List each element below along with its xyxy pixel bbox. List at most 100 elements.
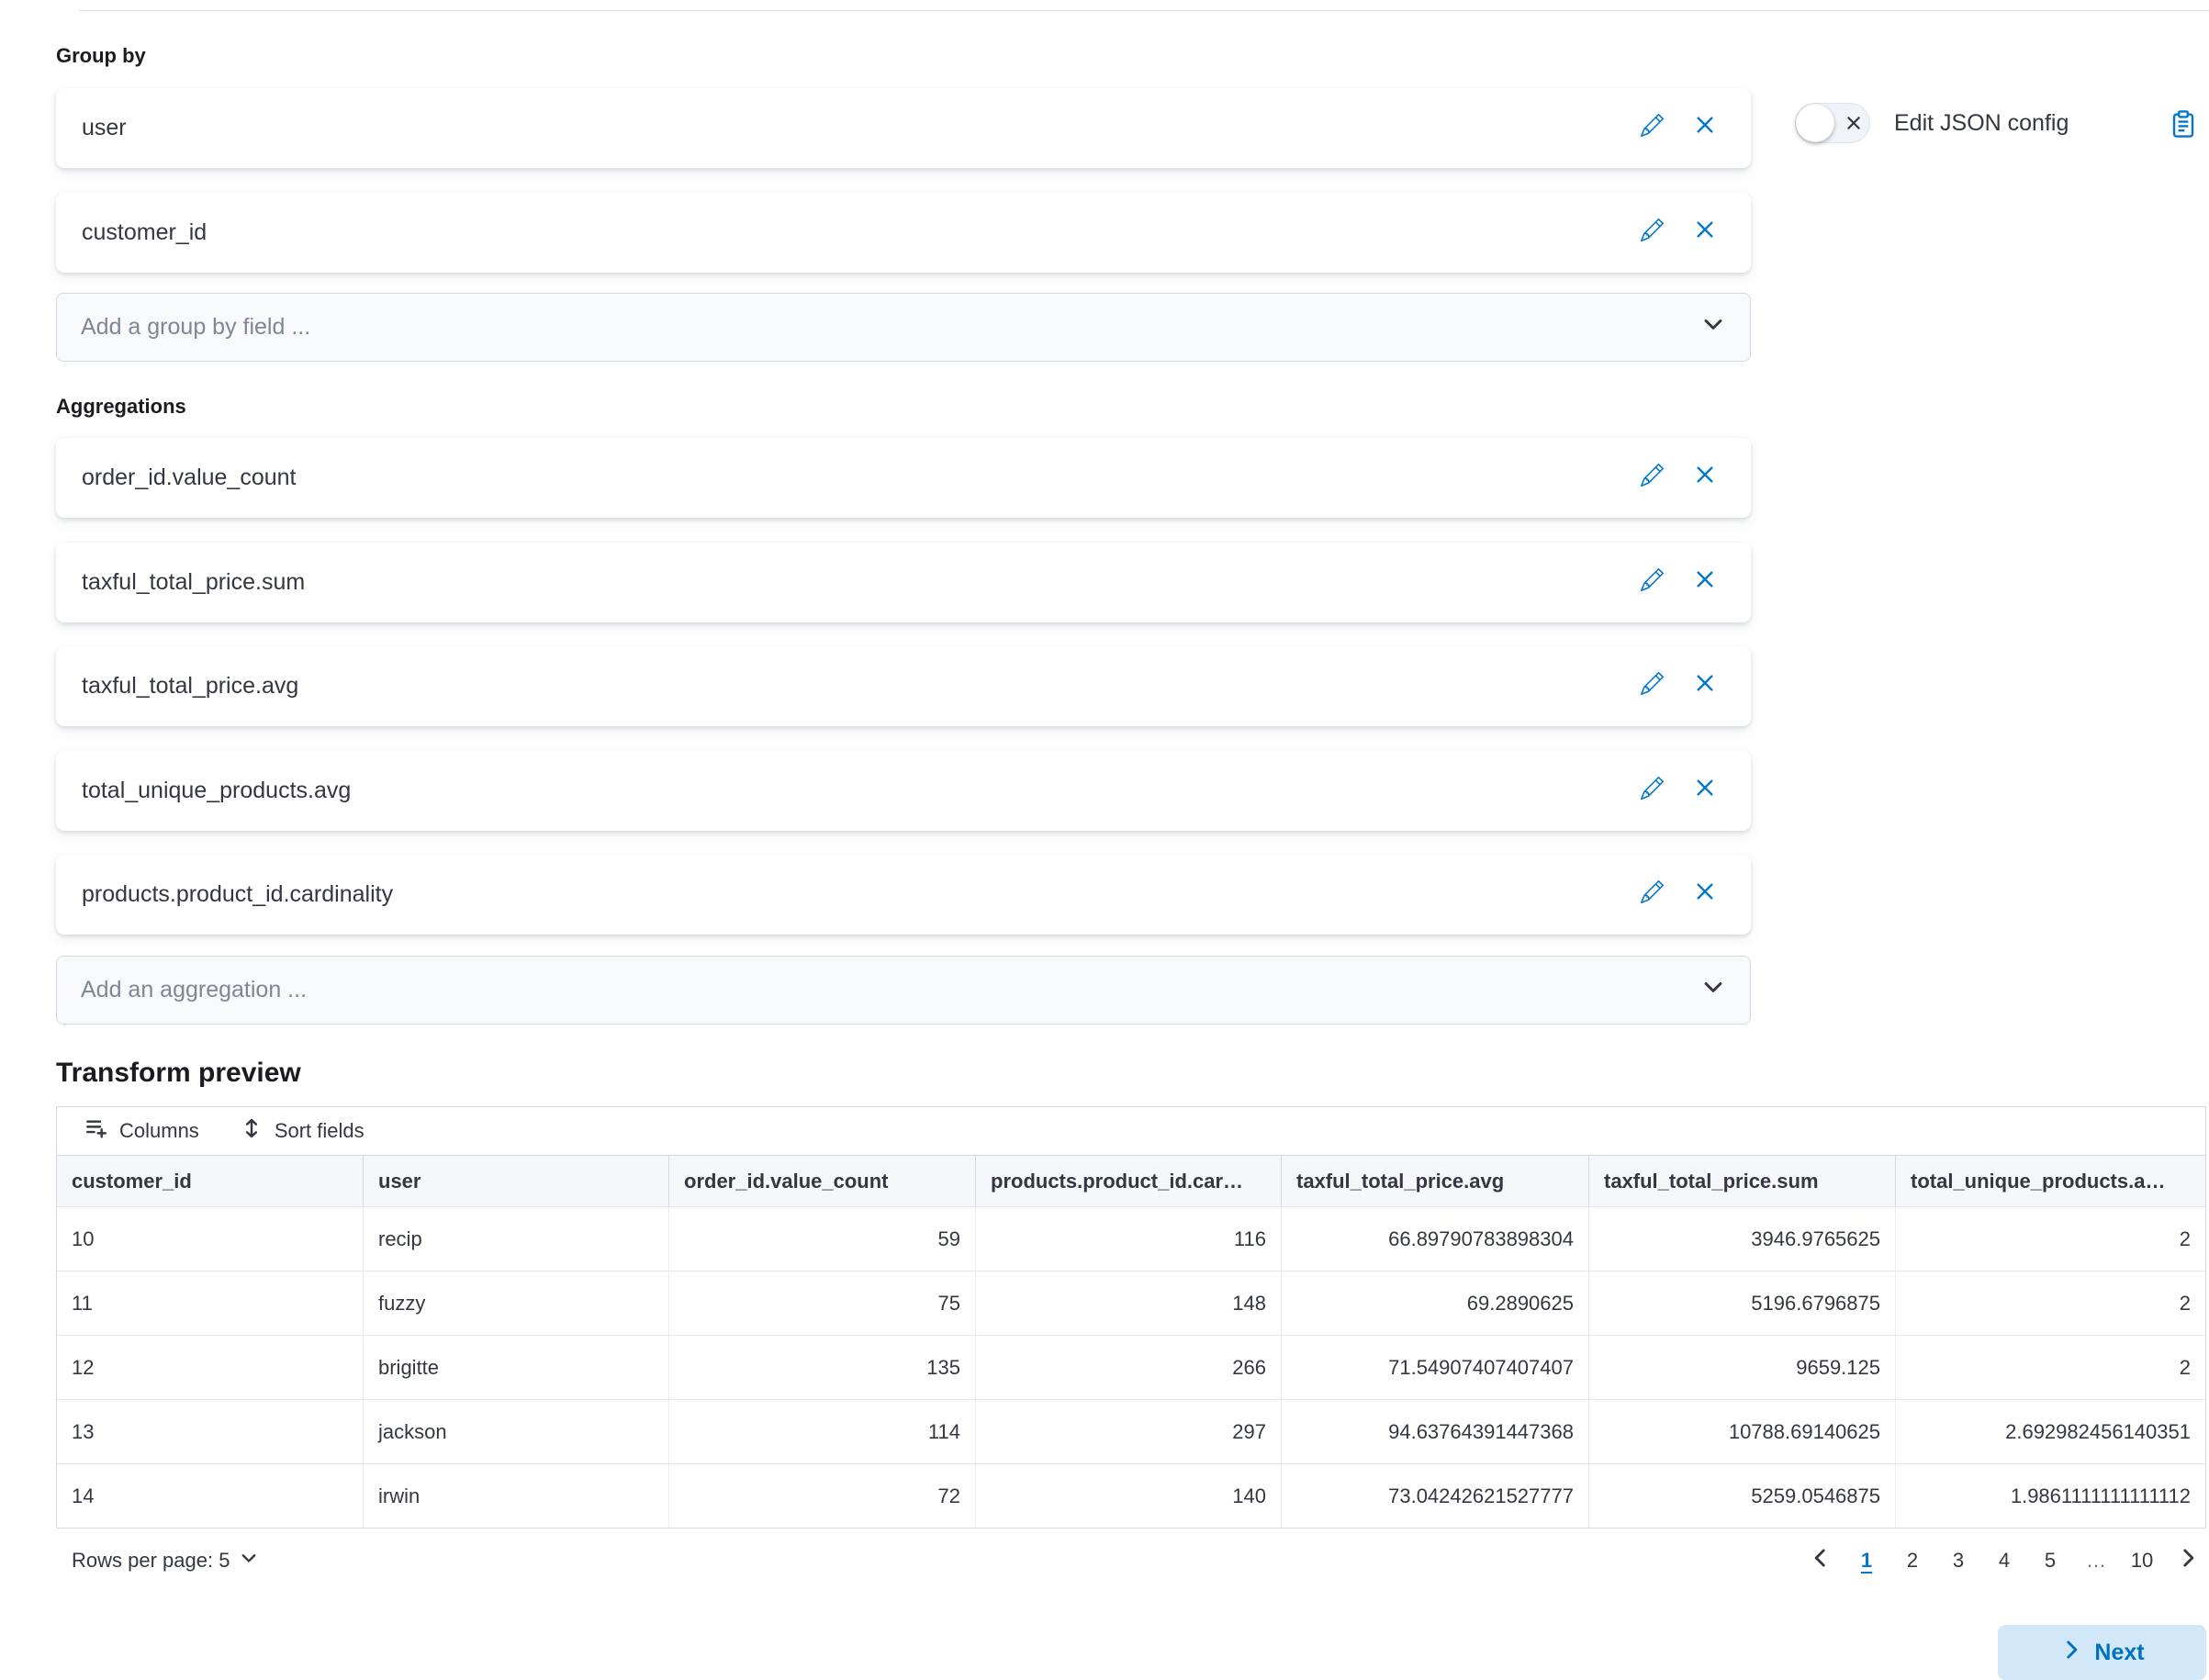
table-cell: 5196.6796875 [1589,1271,1896,1335]
aggregation-item-label: taxful_total_price.avg [82,673,1632,700]
remove-button[interactable] [1685,875,1725,915]
page-button-1[interactable]: 1 [1848,1540,1885,1581]
group-by-item: customer_id [56,193,1751,273]
table-cell: 297 [976,1400,1282,1463]
table-cell: 148 [976,1271,1282,1335]
close-icon [1693,879,1717,910]
header-cell-products-product-id-cardinality[interactable]: products.product_id.car… [976,1156,1282,1206]
next-page-button[interactable] [2170,1540,2206,1581]
table-cell: 75 [669,1271,976,1335]
edit-button[interactable] [1632,108,1672,149]
pencil-icon [1641,114,1664,143]
table-cell: 10788.69140625 [1589,1400,1896,1463]
remove-button[interactable] [1685,771,1725,812]
add-group-by-field-select[interactable]: Add a group by field ... [56,293,1751,362]
chevron-left-icon [1809,1546,1833,1575]
sort-fields-button-label: Sort fields [275,1119,364,1143]
columns-button[interactable]: Columns [84,1116,199,1146]
page-button-3[interactable]: 3 [1940,1540,1977,1581]
remove-button[interactable] [1685,458,1725,498]
remove-button[interactable] [1685,108,1725,149]
pencil-icon [1641,672,1664,701]
edit-json-config-switch[interactable] [1795,103,1870,143]
header-cell-order-id-value-count[interactable]: order_id.value_count [669,1156,976,1206]
aggregations-label: Aggregations [56,395,186,419]
table-cell: 13 [57,1400,364,1463]
close-icon [1693,776,1717,806]
table-toolbar: Columns Sort fields [57,1107,2205,1155]
table-cell: 2 [1896,1336,2205,1399]
transform-preview-title: Transform preview [56,1058,301,1089]
top-divider [79,10,2209,11]
header-cell-taxful-total-price-sum[interactable]: taxful_total_price.sum [1589,1156,1896,1206]
rows-per-page-button[interactable]: Rows per page: 5 [56,1548,259,1574]
table-cell: recip [364,1207,669,1271]
header-cell-taxful-total-price-avg[interactable]: taxful_total_price.avg [1282,1156,1589,1206]
aggregation-item-label: products.product_id.cardinality [82,881,1632,908]
table-cell: fuzzy [364,1271,669,1335]
table-cell: 11 [57,1271,364,1335]
table-cell: 2 [1896,1271,2205,1335]
header-cell-customer-id[interactable]: customer_id [57,1156,364,1206]
table-header-row: customer_id user order_id.value_count pr… [57,1155,2205,1206]
list-add-icon [84,1116,108,1146]
table-cell: 59 [669,1207,976,1271]
group-by-item: user [56,88,1751,168]
group-by-item-label: user [82,115,1632,141]
close-icon [1693,218,1717,248]
edit-button[interactable] [1632,563,1672,603]
table-cell: 66.89790783898304 [1282,1207,1589,1271]
chevron-down-icon [239,1548,259,1574]
aggregation-item: total_unique_products.avg [56,751,1751,831]
next-button[interactable]: Next [1998,1625,2206,1680]
page-button-4[interactable]: 4 [1986,1540,2023,1581]
edit-button[interactable] [1632,875,1672,915]
edit-button[interactable] [1632,458,1672,498]
edit-button[interactable] [1632,771,1672,812]
table-cell: 2 [1896,1207,2205,1271]
pencil-icon [1641,777,1664,806]
copy-config-button[interactable] [2163,106,2203,146]
prev-page-button[interactable] [1802,1540,1839,1581]
table-cell: 9659.125 [1589,1336,1896,1399]
table-row: 10 recip 59 116 66.89790783898304 3946.9… [57,1206,2205,1271]
page-button-2[interactable]: 2 [1894,1540,1931,1581]
chevron-right-icon [2059,1638,2083,1668]
table-cell: jackson [364,1400,669,1463]
table-cell: 3946.9765625 [1589,1207,1896,1271]
header-cell-user[interactable]: user [364,1156,669,1206]
preview-table: Columns Sort fields customer_id user ord… [56,1106,2206,1529]
edit-button[interactable] [1632,666,1672,707]
up-down-arrows-icon [240,1116,264,1146]
add-aggregation-select[interactable]: Add an aggregation ... [56,956,1751,1025]
pencil-icon [1641,568,1664,598]
table-row: 13 jackson 114 297 94.63764391447368 107… [57,1399,2205,1463]
remove-button[interactable] [1685,213,1725,253]
aggregation-item: products.product_id.cardinality [56,855,1751,935]
table-cell: 5259.0546875 [1589,1464,1896,1528]
columns-button-label: Columns [119,1119,199,1143]
aggregation-item-label: order_id.value_count [82,465,1632,491]
json-config-row: Edit JSON config [1795,103,2069,143]
chevron-down-icon [1700,974,1726,1006]
table-cell: 12 [57,1336,364,1399]
page-button-5[interactable]: 5 [2032,1540,2069,1581]
pencil-icon [1641,880,1664,910]
add-group-by-placeholder: Add a group by field ... [81,314,1700,341]
sort-fields-button[interactable]: Sort fields [240,1116,364,1146]
remove-button[interactable] [1685,563,1725,603]
remove-button[interactable] [1685,666,1725,707]
table-cell: 140 [976,1464,1282,1528]
table-cell: 94.63764391447368 [1282,1400,1589,1463]
table-cell: 10 [57,1207,364,1271]
page-button-10[interactable]: 10 [2124,1540,2160,1581]
chevron-right-icon [2176,1546,2200,1575]
header-cell-total-unique-products-avg[interactable]: total_unique_products.a… [1896,1156,2205,1206]
table-cell: 71.54907407407407 [1282,1336,1589,1399]
table-cell: 2.692982456140351 [1896,1400,2205,1463]
table-cell: 14 [57,1464,364,1528]
add-aggregation-placeholder: Add an aggregation ... [81,977,1700,1003]
aggregation-item-label: total_unique_products.avg [82,778,1632,804]
aggregation-item-label: taxful_total_price.sum [82,569,1632,596]
edit-button[interactable] [1632,213,1672,253]
